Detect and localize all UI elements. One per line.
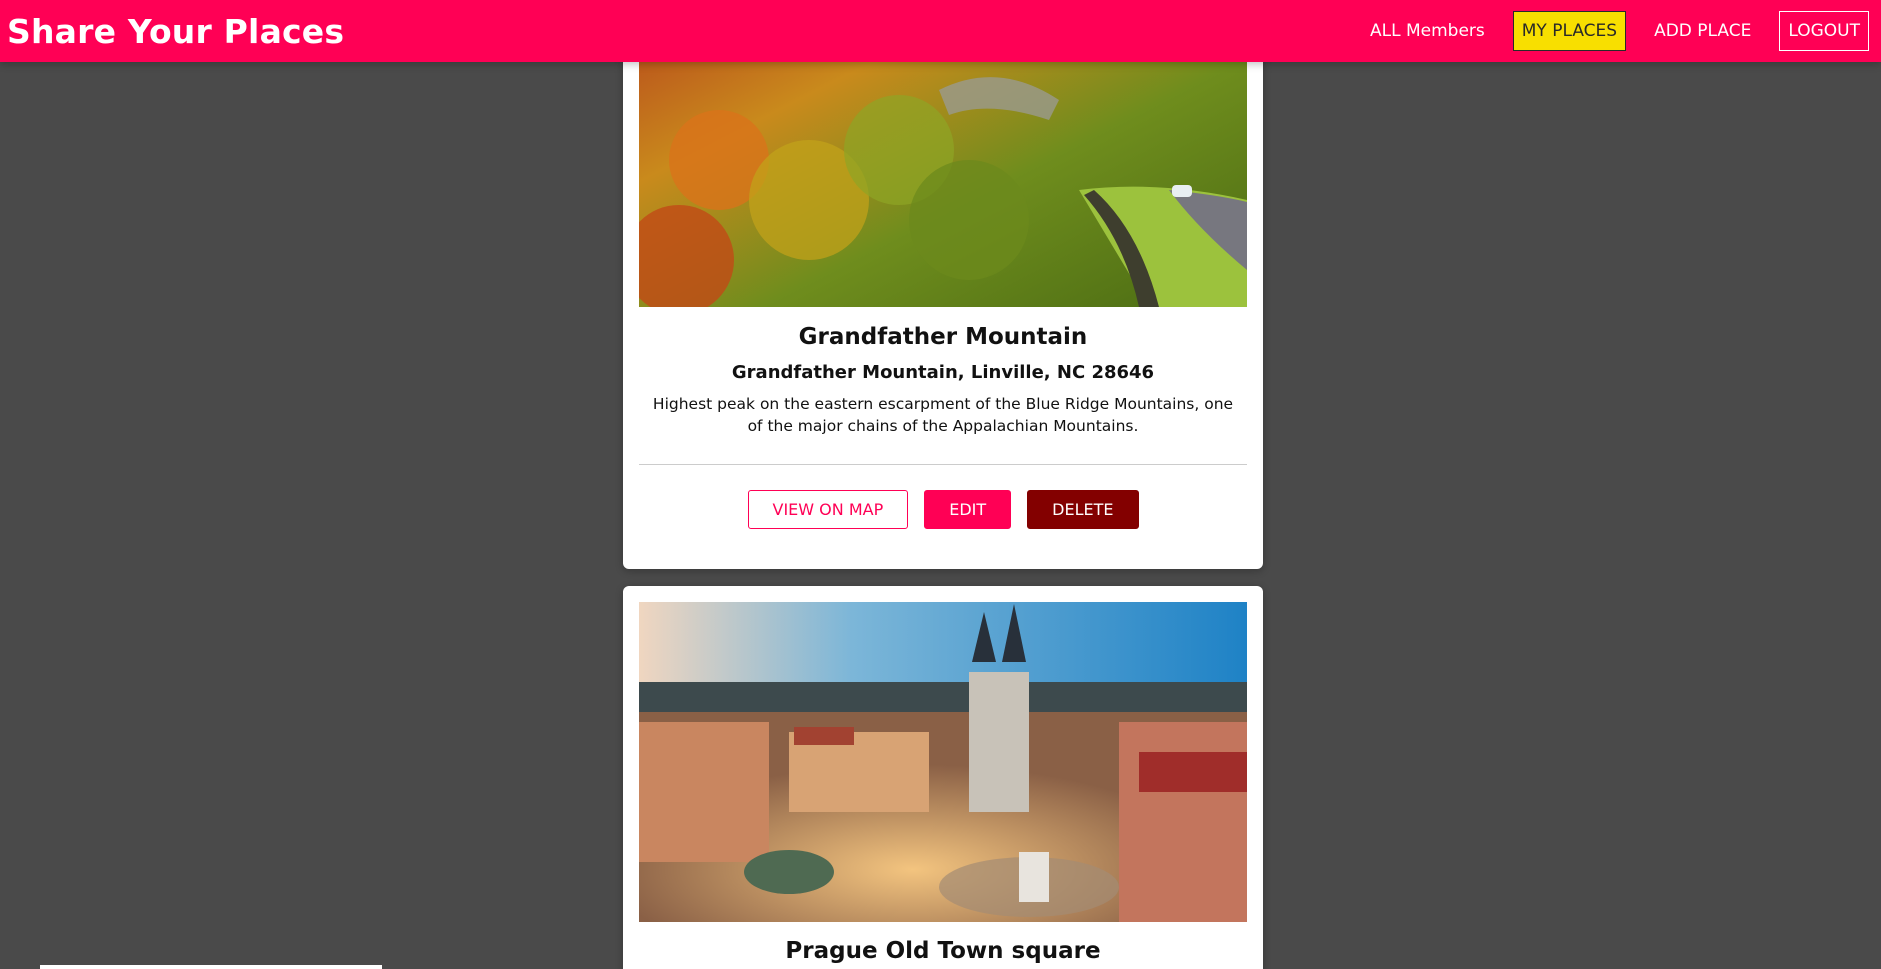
logout-button[interactable]: LOGOUT	[1779, 11, 1869, 51]
main-navigation: ALL Members MY PLACES ADD PLACE LOGOUT	[1342, 11, 1869, 51]
main-header: Share Your Places ALL Members MY PLACES …	[0, 0, 1881, 62]
place-card: Grandfather Mountain Grandfather Mountai…	[623, 0, 1263, 569]
nav-all-members[interactable]: ALL Members	[1361, 11, 1494, 51]
horizontal-scrollbar[interactable]	[40, 965, 382, 969]
place-title: Grandfather Mountain	[798, 324, 1088, 350]
delete-button[interactable]: DELETE	[1027, 490, 1139, 529]
place-info: Grandfather Mountain Grandfather Mountai…	[639, 324, 1247, 437]
place-title: Prague Old Town square	[785, 938, 1101, 964]
nav-add-place[interactable]: ADD PLACE	[1645, 11, 1760, 51]
place-card: Prague Old Town square	[623, 586, 1263, 969]
card-divider	[639, 464, 1247, 465]
place-actions: VIEW ON MAP EDIT DELETE	[623, 490, 1263, 529]
edit-button[interactable]: EDIT	[924, 490, 1012, 529]
nav-my-places[interactable]: MY PLACES	[1512, 11, 1627, 51]
place-address: Grandfather Mountain, Linville, NC 28646	[731, 362, 1155, 383]
view-on-map-button[interactable]: VIEW ON MAP	[747, 490, 909, 529]
place-image	[639, 602, 1247, 922]
place-description: Highest peak on the eastern escarpment o…	[652, 395, 1234, 435]
site-title-link[interactable]: Share Your Places	[7, 12, 344, 51]
place-info: Prague Old Town square	[639, 938, 1247, 969]
